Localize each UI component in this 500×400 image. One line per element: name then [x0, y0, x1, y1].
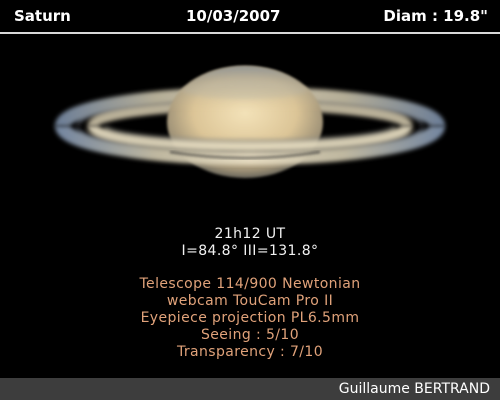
astro-photo: Saturn 10/03/2007 Diam : 19.8" 21h12 UT …: [0, 0, 500, 400]
header-divider: [0, 32, 500, 34]
saturn-image: [0, 60, 500, 200]
header-bar: Saturn 10/03/2007 Diam : 19.8": [0, 0, 500, 32]
central-meridian-longitudes: I=84.8° III=131.8°: [181, 243, 319, 259]
camera-line: webcam TouCam Pro II: [166, 293, 334, 309]
observation-time: 21h12 UT: [214, 226, 286, 242]
apparent-diameter: Diam : 19.8": [383, 7, 488, 25]
saturn-illustration: [55, 66, 445, 178]
seeing-line: Seeing : 5/10: [200, 327, 300, 343]
transparency-line: Transparency : 7/10: [176, 344, 324, 360]
equipment-details: Telescope 114/900 Newtonian webcam TouCa…: [0, 276, 500, 361]
footer-bar: Guillaume BERTRAND: [0, 378, 500, 400]
observation-time-block: 21h12 UT I=84.8° III=131.8°: [0, 226, 500, 260]
eyepiece-line: Eyepiece projection PL6.5mm: [140, 310, 360, 326]
telescope-line: Telescope 114/900 Newtonian: [139, 276, 361, 292]
object-name: Saturn: [14, 7, 71, 25]
observation-date: 10/03/2007: [186, 7, 281, 25]
author-credit: Guillaume BERTRAND: [338, 381, 490, 397]
